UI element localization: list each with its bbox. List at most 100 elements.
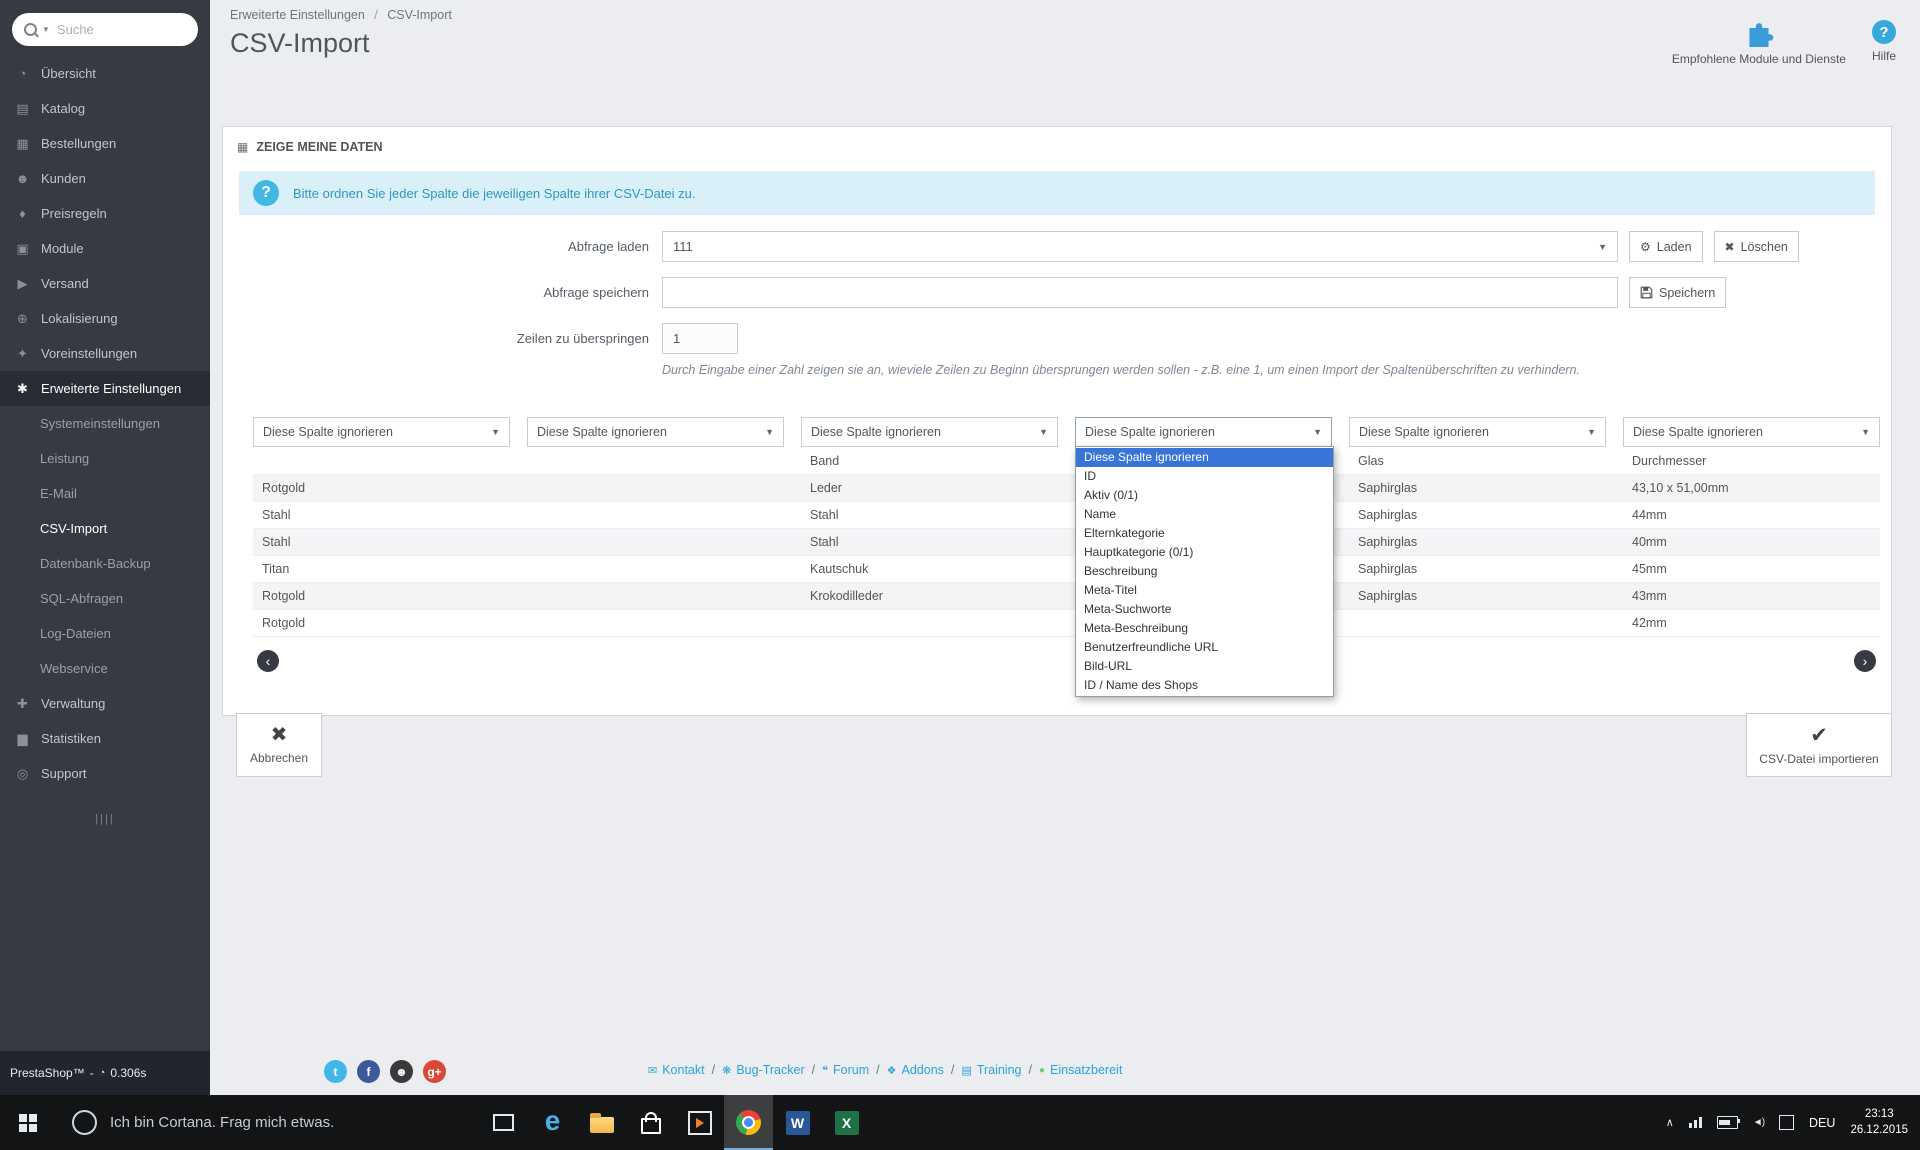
footer-link-einsatzbereit[interactable]: ● Einsatzbereit <box>1039 1063 1122 1077</box>
action-center-icon[interactable] <box>1779 1115 1795 1130</box>
sidebar-item-log-dateien[interactable]: Log-Dateien <box>0 616 210 651</box>
sidebar-item-bersicht[interactable]: ◔ Übersicht <box>0 56 210 91</box>
taskbar-app-media[interactable] <box>675 1095 724 1150</box>
breadcrumb-current: CSV-Import <box>387 8 452 22</box>
sidebar-item-kunden[interactable]: ☻ Kunden <box>0 161 210 196</box>
keyboard-language[interactable]: DEU <box>1809 1116 1835 1130</box>
taskbar-clock[interactable]: 23:13 26.12.2015 <box>1850 1107 1908 1138</box>
localization-icon: ⊕ <box>17 310 28 326</box>
dropdown-option-id[interactable]: ID <box>1076 467 1333 486</box>
dropdown-option-meta-suchworte[interactable]: Meta-Suchworte <box>1076 600 1333 619</box>
dropdown-option-name[interactable]: Name <box>1076 505 1333 524</box>
table-cell: Kautschuk <box>810 562 869 576</box>
recommended-modules-link[interactable]: Empfohlene Module und Dienste <box>1672 20 1846 66</box>
facebook-icon[interactable]: f <box>357 1060 380 1083</box>
breadcrumb-parent[interactable]: Erweiterte Einstellungen <box>230 8 365 22</box>
chevron-down-icon: ▼ <box>1598 241 1607 252</box>
sidebar-item-e-mail[interactable]: E-Mail <box>0 476 210 511</box>
sidebar-item-verwaltung[interactable]: ✚ Verwaltung <box>0 686 210 721</box>
sidebar-item-sql-abfragen[interactable]: SQL-Abfragen <box>0 581 210 616</box>
save-query-input[interactable] <box>662 277 1618 308</box>
sidebar-collapse-button[interactable]: |||| <box>0 813 210 825</box>
cancel-button[interactable]: ✖ Abbrechen <box>236 713 322 777</box>
load-button[interactable]: ⚙ Laden <box>1629 231 1703 262</box>
prev-page-button[interactable]: ‹ <box>257 650 279 672</box>
import-csv-button[interactable]: ✔ CSV-Datei importieren <box>1746 713 1892 777</box>
sidebar-item-module[interactable]: ▣ Module <box>0 231 210 266</box>
sidebar-item-erweiterte-einstellungen[interactable]: ✱ Erweiterte Einstellungen <box>0 371 210 406</box>
help-icon: ? <box>1871 20 1896 44</box>
dropdown-option-diese-spalte-ignorieren[interactable]: Diese Spalte ignorieren <box>1076 448 1333 467</box>
sidebar-item-support[interactable]: ◎ Support <box>0 756 210 791</box>
dropdown-option-meta-beschreibung[interactable]: Meta-Beschreibung <box>1076 619 1333 638</box>
search-scope-caret-icon[interactable]: ▼ <box>42 25 50 34</box>
sidebar-search[interactable]: ▼ <box>12 13 198 46</box>
sidebar-item-voreinstellungen[interactable]: ✦ Voreinstellungen <box>0 336 210 371</box>
cortana-search[interactable]: Ich bin Cortana. Frag mich etwas. <box>56 1095 478 1150</box>
sidebar-item-label: SQL-Abfragen <box>40 591 124 606</box>
sidebar-item-datenbank-backup[interactable]: Datenbank-Backup <box>0 546 210 581</box>
sidebar-item-systemeinstellungen[interactable]: Systemeinstellungen <box>0 406 210 441</box>
start-button[interactable] <box>0 1095 56 1150</box>
footer-link-forum[interactable]: ❝ Forum <box>822 1063 869 1077</box>
dropdown-option-benutzerfreundliche-url[interactable]: Benutzerfreundliche URL <box>1076 638 1333 657</box>
taskbar-app-edge[interactable]: e <box>528 1095 577 1150</box>
table-cell: Krokodilleder <box>810 589 883 603</box>
administration-icon: ✚ <box>17 695 28 711</box>
load-query-select[interactable]: 111 ▼ <box>662 231 1618 262</box>
dropdown-option-id-name-des-shops[interactable]: ID / Name des Shops <box>1076 676 1333 695</box>
dropdown-option-bild-url[interactable]: Bild-URL <box>1076 657 1333 676</box>
delete-query-button[interactable]: ✖ Löschen <box>1713 231 1799 262</box>
column-select-2[interactable]: Diese Spalte ignorieren ▼ <box>527 417 784 447</box>
taskbar-app-store[interactable] <box>626 1095 675 1150</box>
table-row: Band Glas Durchmesser <box>253 448 1880 475</box>
taskbar-app-chrome[interactable] <box>724 1095 773 1150</box>
store-icon <box>640 1112 661 1134</box>
sidebar-item-webservice[interactable]: Webservice <box>0 651 210 686</box>
search-icon <box>24 23 37 36</box>
table-row: Rotgold 42mm <box>253 610 1880 637</box>
footer-link-kontakt[interactable]: ✉ Kontakt <box>648 1063 705 1077</box>
footer-link-addons[interactable]: ❖ Addons <box>887 1063 944 1077</box>
taskbar-app-word[interactable]: W <box>773 1095 822 1150</box>
footer-link-bug-tracker[interactable]: ❋ Bug-Tracker <box>722 1063 805 1077</box>
taskbar-app-excel[interactable]: X <box>822 1095 871 1150</box>
dropdown-option-meta-titel[interactable]: Meta-Titel <box>1076 581 1333 600</box>
footer-link-separator: / <box>811 1063 816 1077</box>
footer-link-separator: / <box>1028 1063 1032 1077</box>
twitter-icon[interactable]: t <box>324 1060 347 1083</box>
column-select-1[interactable]: Diese Spalte ignorieren ▼ <box>253 417 510 447</box>
skip-lines-input[interactable] <box>662 323 738 354</box>
dropdown-option-aktiv-0-1[interactable]: Aktiv (0/1) <box>1076 486 1333 505</box>
sidebar-item-statistiken[interactable]: ▆ Statistiken <box>0 721 210 756</box>
sidebar-item-bestellungen[interactable]: ▦ Bestellungen <box>0 126 210 161</box>
dropdown-option-hauptkategorie-0-1[interactable]: Hauptkategorie (0/1) <box>1076 543 1333 562</box>
column-select-5[interactable]: Diese Spalte ignorieren ▼ <box>1349 417 1606 447</box>
column-select-6[interactable]: Diese Spalte ignorieren ▼ <box>1623 417 1880 447</box>
sidebar-item-csv-import[interactable]: CSV-Import <box>0 511 210 546</box>
task-view-button[interactable] <box>478 1095 528 1150</box>
next-page-button[interactable]: › <box>1854 650 1876 672</box>
sidebar-item-katalog[interactable]: ▤ Katalog <box>0 91 210 126</box>
taskbar-app-explorer[interactable] <box>577 1095 626 1150</box>
network-icon[interactable] <box>1688 1117 1702 1128</box>
github-icon[interactable]: ☻ <box>390 1060 413 1083</box>
sidebar-item-versand[interactable]: ▶ Versand <box>0 266 210 301</box>
volume-icon[interactable]: ◄) <box>1753 1117 1765 1128</box>
dropdown-option-elternkategorie[interactable]: Elternkategorie <box>1076 524 1333 543</box>
sidebar-item-lokalisierung[interactable]: ⊕ Lokalisierung <box>0 301 210 336</box>
googleplus-icon[interactable]: g+ <box>423 1060 446 1083</box>
battery-icon[interactable] <box>1716 1116 1740 1129</box>
column-select-4[interactable]: Diese Spalte ignorieren ▼ Diese Spalte ign… <box>1075 417 1334 697</box>
dropdown-option-beschreibung[interactable]: Beschreibung <box>1076 562 1333 581</box>
help-link[interactable]: ? Hilfe <box>1871 20 1896 63</box>
footer-link-training[interactable]: ▤ Training <box>961 1063 1021 1077</box>
sidebar-item-leistung[interactable]: Leistung <box>0 441 210 476</box>
tray-expand-icon[interactable]: ∧ <box>1666 1116 1674 1129</box>
sidebar: ▼ ◔ Übersicht ▤ Katalog ▦ Bestellungen ☻ Kunden… <box>0 0 210 1095</box>
search-input[interactable] <box>54 21 186 38</box>
sidebar-item-preisregeln[interactable]: ♦ Preisregeln <box>0 196 210 231</box>
column-select-3[interactable]: Diese Spalte ignorieren ▼ <box>801 417 1058 447</box>
load-time-value: 0.306s <box>110 1066 147 1080</box>
save-button[interactable]: Speichern <box>1629 277 1727 308</box>
